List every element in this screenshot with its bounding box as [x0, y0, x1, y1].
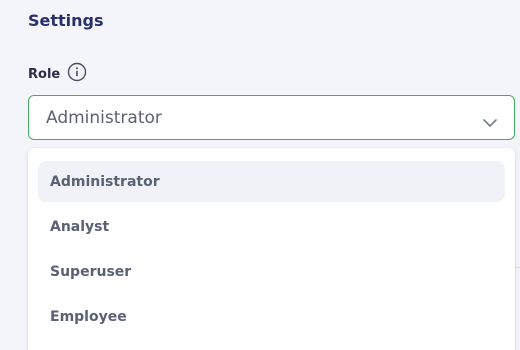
role-label-row: Role: [28, 62, 87, 82]
chevron-down-icon[interactable]: [482, 113, 498, 127]
role-label: Role: [28, 66, 61, 82]
settings-page: Settings Role Administrator Administrato…: [0, 0, 520, 350]
role-select-value: Administrator: [46, 107, 162, 128]
role-select[interactable]: Administrator: [28, 95, 515, 140]
role-option-superuser[interactable]: Superuser: [38, 251, 505, 292]
role-dropdown-menu: Administrator Analyst Superuser Employee: [28, 148, 515, 350]
role-option-analyst[interactable]: Analyst: [38, 206, 505, 247]
info-icon[interactable]: [67, 62, 87, 82]
page-title: Settings: [28, 11, 104, 30]
role-option-administrator[interactable]: Administrator: [38, 161, 505, 202]
role-option-employee[interactable]: Employee: [38, 296, 505, 337]
